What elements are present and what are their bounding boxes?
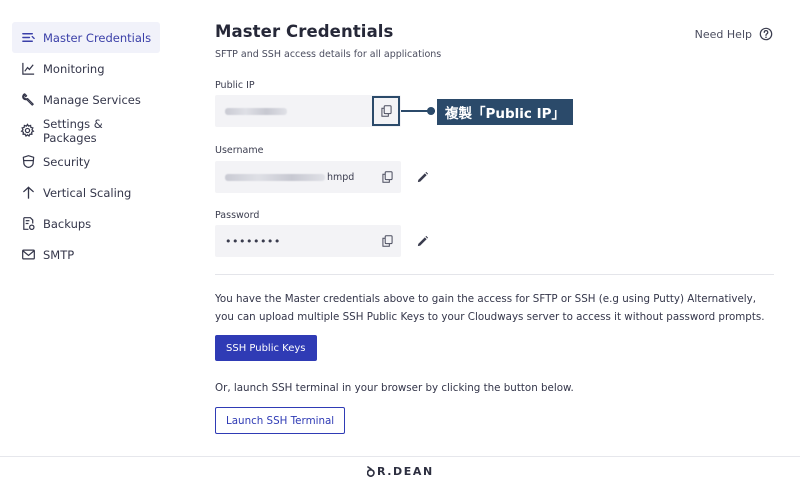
username-visible-text: hmpd (327, 171, 355, 183)
username-label: Username (215, 145, 264, 156)
ssh-public-keys-button[interactable]: SSH Public Keys (215, 335, 317, 361)
edit-password-button[interactable] (413, 232, 431, 250)
edit-username-button[interactable] (413, 168, 431, 186)
sidebar-item-backups[interactable]: Backups (12, 208, 160, 239)
backup-file-icon (20, 216, 36, 232)
sidebar-item-monitoring[interactable]: Monitoring (12, 53, 160, 84)
sidebar: Master Credentials Monitoring Manage Ser… (12, 22, 160, 270)
blurred-value (225, 173, 325, 181)
password-masked-value: •••••••• (225, 234, 281, 248)
credentials-panel: Master Credentials SFTP and SSH access d… (215, 22, 775, 434)
footer-divider (0, 456, 800, 457)
sidebar-item-label: Manage Services (43, 92, 141, 107)
sidebar-item-manage-services[interactable]: Manage Services (12, 84, 160, 115)
arrow-up-icon (20, 185, 36, 201)
divider (215, 274, 774, 275)
brand-mark-icon (367, 465, 375, 477)
mail-icon (20, 247, 36, 263)
sidebar-item-label: Master Credentials (43, 30, 152, 45)
need-help-label: Need Help (694, 27, 752, 41)
question-circle-icon (759, 27, 773, 41)
sidebar-item-smtp[interactable]: SMTP (12, 239, 160, 270)
terminal-info-text: Or, launch SSH terminal in your browser … (215, 382, 574, 394)
need-help-link[interactable]: Need Help (695, 27, 773, 41)
pencil-icon (417, 171, 428, 182)
callout-dot (427, 107, 435, 115)
sidebar-item-label: SMTP (43, 247, 75, 262)
copy-icon (381, 171, 393, 183)
pencil-icon (417, 235, 428, 246)
copy-icon (380, 105, 392, 117)
info-paragraph: You have the Master credentials above to… (215, 293, 765, 323)
callout-label: 複製「Public IP」 (437, 99, 574, 125)
sidebar-item-label: Monitoring (43, 61, 105, 76)
sidebar-item-label: Vertical Scaling (43, 185, 132, 200)
sidebar-item-label: Settings & Packages (42, 116, 103, 145)
list-icon (20, 30, 36, 46)
copy-icon (381, 235, 393, 247)
sidebar-item-vertical-scaling[interactable]: Vertical Scaling (12, 177, 160, 208)
password-label: Password (215, 210, 260, 221)
blurred-value (225, 107, 287, 115)
sidebar-item-label: Backups (43, 216, 92, 231)
brand-logo: R.DEAN (367, 465, 434, 478)
gear-icon (20, 123, 36, 139)
public-ip-label: Public IP (215, 80, 255, 91)
page-subtitle: SFTP and SSH access details for all appl… (215, 49, 442, 60)
sidebar-item-master-credentials[interactable]: Master Credentials (12, 22, 160, 53)
copy-username-button[interactable] (374, 164, 400, 190)
copy-public-ip-button[interactable] (372, 96, 400, 126)
sidebar-item-label: Security (43, 154, 91, 169)
page-title: Master Credentials (215, 22, 394, 41)
shield-icon (20, 154, 36, 170)
copy-password-button[interactable] (374, 228, 400, 254)
chart-line-icon (20, 61, 36, 77)
brand-text: R.DEAN (377, 465, 434, 478)
sidebar-item-security[interactable]: Security (12, 146, 160, 177)
sidebar-item-settings-packages[interactable]: Settings & Packages (12, 115, 160, 146)
wrench-icon (20, 92, 36, 108)
launch-ssh-terminal-button[interactable]: Launch SSH Terminal (215, 407, 346, 434)
